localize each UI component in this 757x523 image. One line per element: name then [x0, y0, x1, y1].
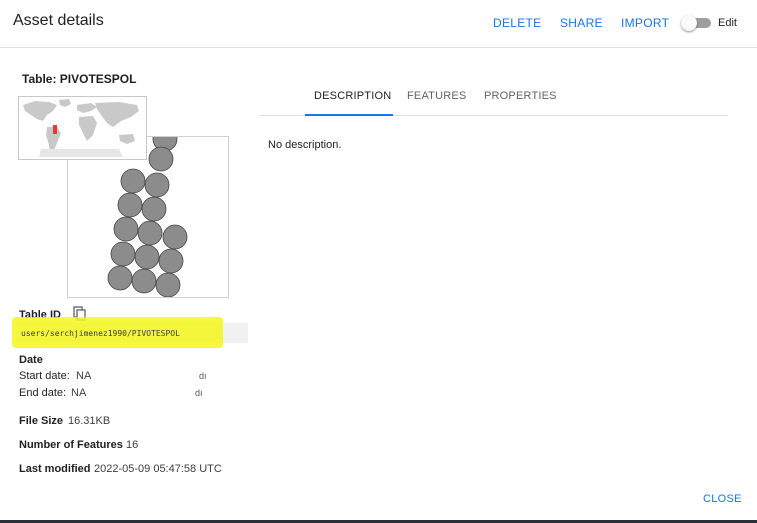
edit-toggle-knob [681, 15, 697, 31]
end-date-trailing: dı [195, 388, 203, 398]
end-date-value: NA [71, 387, 87, 399]
asset-thumbnail [18, 96, 230, 299]
end-date-label: End date: [19, 387, 67, 399]
share-button[interactable]: SHARE [560, 16, 603, 30]
num-features-label: Number of Features [19, 439, 123, 451]
table-id-value[interactable]: users/serchjimenez1990/PIVOTESPOL [21, 329, 180, 338]
dialog-title: Asset details [13, 12, 104, 29]
tab-features[interactable]: FEATURES [407, 90, 466, 102]
world-map-thumbnail [18, 96, 147, 160]
date-label: Date [19, 354, 43, 366]
start-date-value: NA [76, 370, 92, 382]
last-modified-label: Last modified [19, 463, 91, 475]
delete-button[interactable]: DELETE [493, 16, 541, 30]
file-size-value: 16.31KB [68, 415, 111, 427]
start-date-label: Start date: [19, 370, 70, 382]
start-date-trailing: dı [199, 371, 207, 381]
dialog-header: Asset details DELETE SHARE IMPORT Edit [0, 0, 757, 48]
table-title: Table: PIVOTESPOL [22, 72, 137, 86]
num-features-value: 16 [126, 439, 139, 451]
tab-properties[interactable]: PROPERTIES [484, 90, 557, 102]
description-text: No description. [268, 139, 342, 151]
close-button[interactable]: CLOSE [703, 493, 742, 505]
last-modified-value: 2022-05-09 05:47:58 UTC [94, 463, 222, 475]
active-tab-indicator [305, 114, 393, 116]
edit-label: Edit [718, 17, 737, 29]
world-map-image [19, 97, 146, 159]
file-size-label: File Size [19, 415, 64, 427]
tab-bar: DESCRIPTION FEATURES PROPERTIES [259, 80, 728, 116]
import-button[interactable]: IMPORT [621, 16, 669, 30]
asset-details-dialog: Asset details DELETE SHARE IMPORT Edit T… [0, 0, 757, 523]
edit-toggle[interactable] [681, 15, 711, 31]
tab-description[interactable]: DESCRIPTION [314, 90, 391, 102]
